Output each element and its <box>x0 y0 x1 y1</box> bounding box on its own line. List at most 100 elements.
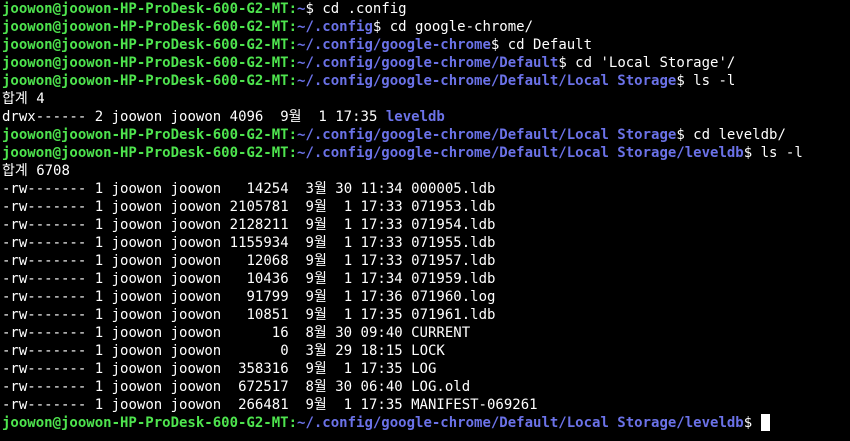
col-gap <box>221 235 229 251</box>
terminal-window[interactable]: joowon@joowon-HP-ProDesk-600-G2-MT:~$ cd… <box>0 0 850 441</box>
col-gap <box>289 307 297 323</box>
prompt-colon: : <box>288 37 298 53</box>
col-gap <box>289 361 297 377</box>
col-gap <box>103 271 111 287</box>
links: 1 <box>94 217 104 233</box>
date: 9월 1 17:33 <box>297 199 403 215</box>
prompt-user: joowon@joowon-HP-ProDesk-600-G2-MT <box>2 1 289 17</box>
col-gap <box>221 289 246 305</box>
col-gap <box>221 253 246 269</box>
col-gap <box>103 289 111 305</box>
command-text: cd 'Local Storage'/ <box>575 55 736 71</box>
col-gap <box>289 343 297 359</box>
perms: -rw------- <box>2 181 87 197</box>
file-name: 071957.ldb <box>411 253 496 269</box>
prompt-colon: : <box>288 55 298 71</box>
date: 9월 1 17:36 <box>297 289 403 305</box>
prompt-colon: : <box>288 19 298 35</box>
perms: -rw------- <box>2 343 87 359</box>
group: joowon <box>170 235 222 251</box>
col-gap <box>86 307 94 323</box>
owner: joowon <box>111 361 163 377</box>
file-name: 071953.ldb <box>411 199 496 215</box>
col-gap <box>103 325 111 341</box>
prompt-colon: : <box>288 415 298 431</box>
group: joowon <box>170 361 222 377</box>
group: joowon <box>170 181 222 197</box>
prompt-sep: $ <box>743 415 761 431</box>
prompt-path: ~/.config/google-chrome/Default <box>297 55 559 71</box>
col-gap <box>403 397 411 413</box>
command-line: joowon@joowon-HP-ProDesk-600-G2-MT:~/.co… <box>2 18 850 36</box>
col-gap <box>103 379 111 395</box>
col-gap <box>86 397 94 413</box>
col-gap <box>86 217 94 233</box>
col-gap <box>289 253 297 269</box>
command-text: ls -l <box>760 145 803 161</box>
total-line: 합계 6708 <box>2 163 70 179</box>
file-name: 071960.log <box>411 289 496 305</box>
col-gap <box>103 181 111 197</box>
file-name: LOCK <box>411 343 445 359</box>
date: 9월 1 17:33 <box>297 235 403 251</box>
size: 358316 <box>238 361 289 377</box>
col-gap <box>162 343 170 359</box>
links: 1 <box>94 379 104 395</box>
col-gap <box>403 235 411 251</box>
group: joowon <box>170 325 222 341</box>
listing-row: -rw------- 1 joowon joowon 358316 9월 1 1… <box>2 360 850 378</box>
text-cursor <box>760 414 770 431</box>
col-gap <box>221 325 272 341</box>
size: 266481 <box>238 397 289 413</box>
listing-row: -rw------- 1 joowon joowon 672517 8월 30 … <box>2 378 850 396</box>
perms: -rw------- <box>2 199 87 215</box>
owner: joowon <box>111 271 163 287</box>
command-line-active[interactable]: joowon@joowon-HP-ProDesk-600-G2-MT:~/.co… <box>2 414 850 432</box>
prompt-user: joowon@joowon-HP-ProDesk-600-G2-MT <box>2 145 289 161</box>
prompt-colon: : <box>288 145 298 161</box>
command-text: ls -l <box>693 73 736 89</box>
col-gap <box>403 307 411 323</box>
col-gap <box>162 235 170 251</box>
size: 10436 <box>246 271 289 287</box>
col-gap <box>289 289 297 305</box>
listing-row: -rw------- 1 joowon joowon 91799 9월 1 17… <box>2 288 850 306</box>
col-gap <box>103 397 111 413</box>
file-name: MANIFEST-069261 <box>411 397 538 413</box>
col-gap <box>403 361 411 377</box>
col-gap <box>103 307 111 323</box>
perms: -rw------- <box>2 289 87 305</box>
links: 1 <box>94 289 104 305</box>
prompt-sep: $ <box>743 145 761 161</box>
listing-row: -rw------- 1 joowon joowon 10436 9월 1 17… <box>2 270 850 288</box>
col-gap <box>103 217 111 233</box>
prompt-user: joowon@joowon-HP-ProDesk-600-G2-MT <box>2 19 289 35</box>
perms: -rw------- <box>2 307 87 323</box>
col-gap <box>221 181 246 197</box>
prompt-path: ~/.config <box>297 19 373 35</box>
prompt-user: joowon@joowon-HP-ProDesk-600-G2-MT <box>2 415 289 431</box>
command-line: joowon@joowon-HP-ProDesk-600-G2-MT:~/.co… <box>2 72 850 90</box>
col-gap <box>221 361 238 377</box>
col-gap <box>162 397 170 413</box>
group: joowon <box>170 343 222 359</box>
file-name: LOG.old <box>411 379 471 395</box>
col-gap <box>289 235 297 251</box>
col-gap <box>403 325 411 341</box>
listing-row: -rw------- 1 joowon joowon 266481 9월 1 1… <box>2 396 850 414</box>
listing-row: -rw------- 1 joowon joowon 0 3월 29 18:15… <box>2 342 850 360</box>
command-text: cd google-chrome/ <box>389 19 534 35</box>
col-gap <box>162 253 170 269</box>
perms: -rw------- <box>2 361 87 377</box>
file-name: 000005.ldb <box>411 181 496 197</box>
group: joowon <box>170 307 222 323</box>
col-gap <box>162 289 170 305</box>
col-gap <box>403 343 411 359</box>
file-name: LOG <box>411 361 437 377</box>
size: 2105781 <box>229 199 289 215</box>
prompt-sep: $ <box>558 55 576 71</box>
owner: joowon <box>111 109 163 125</box>
command-text: cd .config <box>322 1 407 17</box>
dir-name: leveldb <box>385 109 445 125</box>
col-gap <box>221 397 238 413</box>
